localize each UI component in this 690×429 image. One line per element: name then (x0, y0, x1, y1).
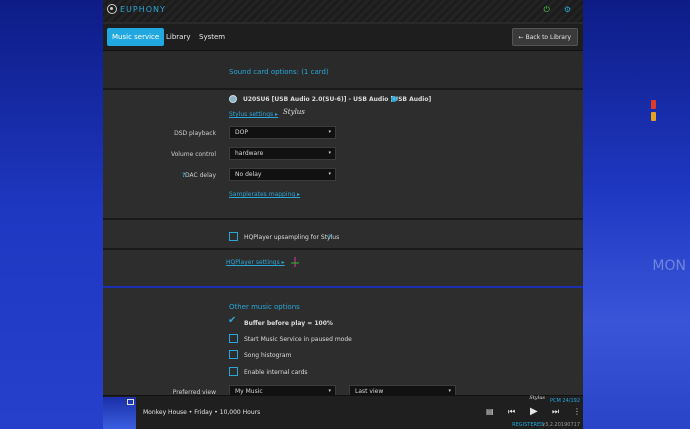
tab-library[interactable]: Library (161, 28, 195, 46)
card-name: U20SU6 [USB Audio 2.0(SU-6)] - USB Audio… (243, 96, 432, 103)
song-histogram-label: Song histogram (244, 352, 292, 359)
hqplayer-upsampling-checkbox[interactable] (229, 232, 238, 241)
chevron-down-icon: ▾ (328, 171, 331, 177)
track-info: Monkey House • Friday • 10,000 Hours (143, 409, 261, 416)
background-light (651, 112, 656, 121)
background-left (0, 0, 103, 429)
check-icon[interactable]: ✔ (228, 316, 236, 326)
logo-mark-icon (107, 4, 117, 14)
last-view-value: Last view (355, 388, 384, 395)
album-art[interactable] (103, 397, 136, 429)
internal-cards-checkbox[interactable] (229, 367, 238, 376)
tab-system[interactable]: System (194, 28, 230, 46)
dac-delay-select[interactable]: No delay ▾ (229, 168, 336, 181)
back-to-library-button[interactable]: ← Back to Library (511, 28, 578, 46)
next-icon[interactable]: ⏭ (552, 407, 559, 417)
background-right: MON (583, 0, 690, 429)
song-histogram-checkbox[interactable] (229, 350, 238, 359)
dsd-playback-label: DSD playback (174, 130, 216, 137)
other-options-panel: Other music options ✔ Buffer before play… (103, 288, 583, 398)
internal-cards-label: Enable internal cards (244, 369, 308, 376)
sound-card-title: Sound card options: (1 card) (229, 68, 329, 76)
hqplayer-panel: HQPlayer upsampling for Stylus ? (103, 220, 583, 248)
samplerates-mapping-link[interactable]: Samplerates mapping ▸ (229, 191, 300, 198)
dac-delay-value: No delay (235, 171, 262, 178)
dsd-playback-select[interactable]: DOP ▾ (229, 126, 336, 139)
stylus-signature: Stylus (283, 108, 305, 116)
hqplayer-logo-icon (291, 257, 299, 267)
hqplayer-upsampling-label: HQPlayer upsampling for Stylus (244, 234, 340, 241)
sound-card-header: Sound card options: (1 card) (103, 55, 583, 88)
play-icon[interactable]: ▶ (530, 407, 538, 417)
paused-mode-label: Start Music Service in paused mode (244, 336, 352, 343)
info-icon[interactable]: i (391, 96, 397, 102)
background-text: MON (652, 258, 686, 274)
logo: EUPHONY (107, 4, 166, 14)
format-badge: PCM 24/192 (550, 398, 580, 404)
sound-card-panel: U20SU6 [USB Audio 2.0(SU-6)] - USB Audio… (103, 90, 583, 218)
logo-text: EUPHONY (120, 4, 166, 14)
top-bar: EUPHONY ⏻ ⚙ (103, 0, 583, 22)
volume-control-label: Volume control (170, 151, 216, 158)
hqplayer-settings-panel: HQPlayer settings ▸ (103, 250, 583, 286)
previous-icon[interactable]: ⏮ (508, 407, 515, 417)
version-label: v3.2.20190717 (542, 422, 580, 428)
card-radio[interactable] (229, 95, 237, 103)
other-options-title: Other music options (229, 303, 300, 311)
chevron-down-icon: ▾ (328, 150, 331, 156)
queue-icon[interactable]: ▤ (486, 407, 494, 417)
tab-music-service[interactable]: Music service (107, 28, 165, 46)
background-light (651, 100, 656, 109)
registration-status: REGISTERED (512, 422, 544, 428)
top-icons: ⏻ ⚙ (544, 6, 572, 14)
chevron-down-icon: ▾ (328, 129, 331, 135)
screenshot-icon[interactable] (127, 399, 134, 405)
stylus-settings-link[interactable]: Stylus settings ▸ (229, 111, 278, 118)
buffer-option-label: Buffer before play = 100% (244, 320, 333, 327)
player-signature: Stylus (529, 395, 545, 401)
dsd-playback-value: DOP (235, 129, 248, 136)
more-menu-icon[interactable]: ⋮ (573, 407, 581, 417)
power-icon[interactable]: ⏻ (544, 6, 550, 14)
navbar: Music service Library System ← Back to L… (103, 24, 583, 51)
gear-icon[interactable]: ⚙ (564, 6, 571, 14)
volume-control-select[interactable]: hardware ▾ (229, 147, 336, 160)
volume-control-value: hardware (235, 150, 264, 157)
hqplayer-help-icon[interactable]: ? (328, 234, 331, 241)
player-bar: Monkey House • Friday • 10,000 Hours ▤ ⏮… (103, 395, 583, 429)
dac-delay-label: DAC delay (184, 172, 216, 179)
paused-mode-checkbox[interactable] (229, 334, 238, 343)
preferred-view-value: My Music (235, 388, 263, 395)
hqplayer-settings-link[interactable]: HQPlayer settings ▸ (226, 259, 285, 266)
app-window: EUPHONY ⏻ ⚙ Music service Library System… (103, 0, 583, 429)
